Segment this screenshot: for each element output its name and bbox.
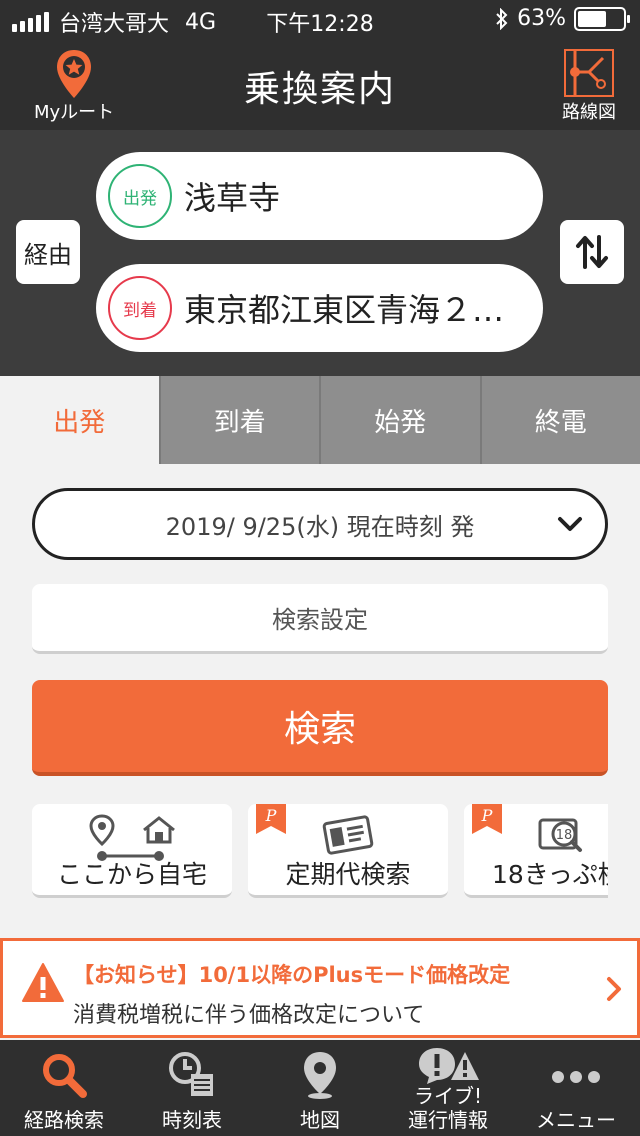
nav-live-info[interactable]: ライブ! 運行情報: [384, 1040, 512, 1136]
departure-field[interactable]: 出発 浅草寺: [96, 152, 543, 240]
battery-icon: [574, 6, 630, 31]
home-route-card[interactable]: ここから自宅: [32, 804, 232, 898]
nav-map-label: 地図: [300, 1108, 340, 1132]
bluetooth-icon: [496, 7, 508, 30]
nav-route-search-label: 経路検索: [24, 1108, 104, 1132]
departure-station: 浅草寺: [184, 179, 281, 217]
shortcut-cards: ここから自宅 P 定期代検索 P 18 18きっぷ: [32, 804, 608, 898]
seishun18-label: 18きっぷ検索: [492, 860, 608, 889]
departure-badge: 出発: [108, 164, 172, 228]
tab-last-train[interactable]: 終電: [479, 376, 640, 464]
route-map-button[interactable]: 路線図: [562, 48, 616, 124]
map-pin-icon: [304, 1052, 336, 1099]
arrival-badge: 到着: [108, 276, 172, 340]
tab-departure[interactable]: 出発: [0, 376, 159, 464]
svg-text:18: 18: [556, 828, 573, 843]
ticket-18-icon: 18: [538, 818, 582, 852]
bottom-nav: 経路検索 時刻表 地図 ライブ! 運行情報 メニュー: [0, 1040, 640, 1136]
nav-timetable[interactable]: 時刻表: [128, 1040, 256, 1136]
swap-arrows-icon: [576, 235, 608, 269]
datetime-value: 2019/ 9/25(水) 現在時刻 発: [165, 512, 475, 541]
commuter-pass-label: 定期代検索: [285, 860, 411, 889]
timetable-icon: [169, 1052, 213, 1096]
battery-percent: 63%: [517, 6, 566, 31]
scrolled-content-partial: [80, 920, 640, 938]
nav-timetable-label: 時刻表: [162, 1108, 222, 1132]
nav-menu-label: メニュー: [536, 1108, 616, 1132]
route-map-label: 路線図: [562, 102, 616, 123]
notice-banner[interactable]: 【お知らせ】10/1以降のPlusモード価格改定 消費税増税に伴う価格改定につい…: [0, 938, 640, 1038]
route-map-icon: [564, 49, 614, 97]
search-settings-button[interactable]: 検索設定: [32, 584, 608, 654]
route-input-panel: 経由 出発 浅草寺 到着 東京都江東区青海２…: [0, 130, 640, 376]
page-title: 乗換案内: [243, 69, 396, 110]
search-icon: [43, 1054, 87, 1098]
seishun18-card[interactable]: P 18 18きっぷ検索: [464, 804, 608, 898]
status-bar: 台湾大哥大 4G 下午12:28 63%: [0, 0, 640, 40]
datetime-select[interactable]: 2019/ 9/25(水) 現在時刻 発: [32, 488, 608, 560]
nav-menu[interactable]: メニュー: [512, 1040, 640, 1136]
menu-dots-icon: [552, 1071, 600, 1083]
arrival-station: 東京都江東区青海２…: [184, 291, 505, 329]
time-mode-tabs: 出発 到着 始発 終電: [0, 376, 640, 464]
swap-button[interactable]: [560, 220, 624, 284]
notice-title: 【お知らせ】10/1以降のPlusモード価格改定: [73, 963, 511, 987]
notice-body: 消費税増税に伴う価格改定について: [73, 1003, 425, 1028]
via-button[interactable]: 経由: [16, 220, 80, 284]
arrival-field[interactable]: 到着 東京都江東区青海２…: [96, 264, 543, 352]
nav-route-search[interactable]: 経路検索: [0, 1040, 128, 1136]
commuter-pass-card[interactable]: P 定期代検索: [248, 804, 448, 898]
live-info-icon: [419, 1048, 479, 1084]
chevron-down-icon: [558, 517, 582, 531]
tab-arrival[interactable]: 到着: [158, 376, 319, 464]
pass-card-icon: [322, 815, 374, 855]
home-route-label: ここから自宅: [56, 860, 207, 889]
warning-icon: [22, 963, 64, 1002]
tab-first-train[interactable]: 始発: [319, 376, 480, 464]
nav-live-info-label: ライブ! 運行情報: [408, 1084, 488, 1132]
nav-map[interactable]: 地図: [256, 1040, 384, 1136]
chevron-right-icon: [607, 977, 621, 1001]
app-header: Myルート 乗換案内 路線図: [0, 40, 640, 130]
search-button[interactable]: 検索: [32, 680, 608, 776]
